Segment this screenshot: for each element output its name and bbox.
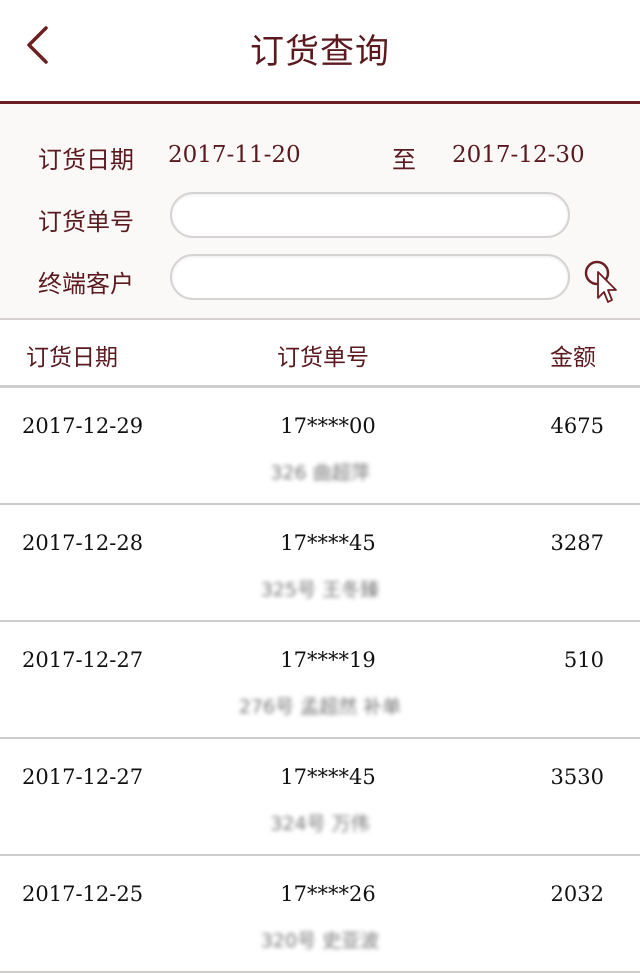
row-amount: 2032 — [550, 882, 604, 906]
nav-header: 订货查询 — [0, 0, 640, 104]
order-no-input[interactable] — [170, 192, 570, 238]
row-amount: 510 — [563, 648, 604, 672]
date-to-field[interactable]: 2017-12-30 — [452, 142, 585, 168]
row-order-no: 17****19 — [280, 648, 376, 672]
search-button[interactable] — [582, 258, 622, 306]
table-header: 订货日期 订货单号 金额 — [0, 320, 640, 388]
row-order-no: 17****45 — [280, 531, 376, 555]
row-customer: 276号 孟超然 补单 — [238, 696, 402, 718]
page-title: 订货查询 — [250, 32, 390, 72]
filter-panel: 订货日期 2017-11-20 至 2017-12-30 订货单号 终端客户 — [0, 104, 640, 320]
customer-label: 终端客户 — [38, 270, 134, 298]
customer-input[interactable] — [170, 254, 570, 300]
row-amount: 3287 — [550, 531, 604, 555]
column-header-order-no: 订货单号 — [277, 345, 369, 371]
row-customer: 324号 万伟 — [270, 813, 370, 835]
table-row[interactable]: 2017-12-27 17****45 3530 324号 万伟 — [0, 739, 640, 856]
table-row[interactable]: 2017-12-29 17****00 4675 326 曲超萍 — [0, 388, 640, 505]
column-header-amount: 金额 — [550, 345, 596, 371]
row-order-no: 17****26 — [280, 882, 376, 906]
row-customer: 326 曲超萍 — [270, 462, 370, 484]
row-order-no: 17****45 — [280, 765, 376, 789]
row-amount: 4675 — [550, 414, 604, 438]
column-header-date: 订货日期 — [26, 345, 118, 371]
date-from-field[interactable]: 2017-11-20 — [168, 142, 301, 168]
table-row[interactable]: 2017-12-28 17****45 3287 325号 王冬臻 — [0, 505, 640, 622]
order-list: 2017-12-29 17****00 4675 326 曲超萍 2017-12… — [0, 388, 640, 973]
table-row[interactable]: 2017-12-27 17****19 510 276号 孟超然 补单 — [0, 622, 640, 739]
row-customer: 320号 史亚波 — [260, 930, 380, 952]
search-icon — [584, 260, 617, 303]
order-no-label: 订货单号 — [38, 208, 134, 236]
table-row[interactable]: 2017-12-25 17****26 2032 320号 史亚波 — [0, 856, 640, 973]
order-date-label: 订货日期 — [38, 146, 134, 174]
date-to-separator: 至 — [392, 146, 416, 174]
row-order-no: 17****00 — [280, 414, 376, 438]
row-amount: 3530 — [550, 765, 604, 789]
row-customer: 325号 王冬臻 — [260, 579, 380, 601]
